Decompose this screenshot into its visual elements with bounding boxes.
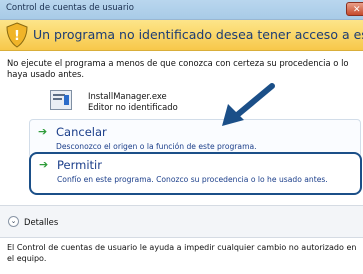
program-icon (50, 90, 72, 110)
chevron-down-icon: ⌄ (8, 216, 19, 227)
allow-option[interactable]: ➔ Permitir Confío en este programa. Cono… (29, 152, 362, 195)
close-button[interactable]: ✕ (346, 2, 363, 16)
cancel-label: Cancelar (56, 125, 107, 139)
uac-dialog: Control de cuentas de usuario ✕ ! Un pro… (0, 0, 363, 274)
title-bar: Control de cuentas de usuario ✕ (0, 0, 363, 20)
intro-text: No ejecute el programa a menos de que co… (7, 58, 349, 79)
green-arrow-icon: ➔ (39, 158, 49, 171)
allow-label: Permitir (57, 158, 102, 172)
shield-warning-icon: ! (6, 22, 28, 48)
window-title: Control de cuentas de usuario (6, 3, 134, 13)
program-name: InstallManager.exe (88, 91, 167, 101)
footer-text: El Control de cuentas de usuario le ayud… (7, 243, 357, 263)
svg-text:!: ! (14, 29, 20, 44)
divider (0, 237, 363, 238)
cancel-description: Desconozco el origen o la función de est… (56, 142, 257, 151)
green-arrow-icon: ➔ (38, 125, 48, 138)
banner-message: Un programa no identificado desea tener … (33, 27, 363, 42)
allow-description: Confío en este programa. Conozco su proc… (57, 175, 328, 184)
details-label: Detalles (24, 217, 59, 227)
pointer-arrow-icon (222, 83, 275, 126)
warning-banner: ! Un programa no identificado desea tene… (0, 20, 363, 51)
publisher-name: Editor no identificado (88, 102, 178, 112)
details-toggle[interactable]: ⌄ Detalles (0, 206, 363, 237)
